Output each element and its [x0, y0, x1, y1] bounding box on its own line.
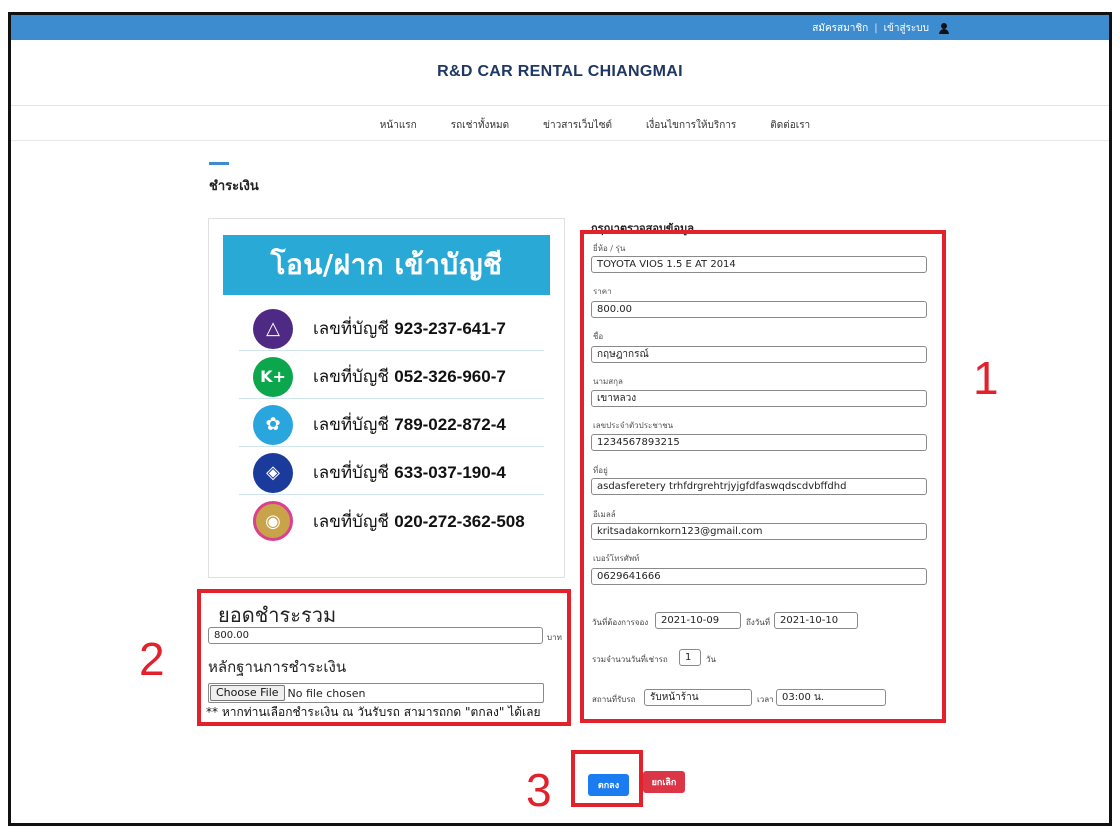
choose-file-button[interactable]: Choose File — [210, 685, 285, 701]
proof-file-input[interactable]: Choose File No file chosen — [208, 683, 544, 703]
nav-all-cars[interactable]: รถเช่าทั้งหมด — [451, 118, 509, 133]
nav-terms[interactable]: เงื่อนไขการให้บริการ — [646, 118, 736, 133]
booking-date-input[interactable]: 2021-10-09 — [655, 612, 741, 629]
field-label-id-number: เลขประจำตัวประชาชน — [593, 421, 674, 430]
field-label-address: ที่อยู่ — [593, 466, 608, 475]
browser-frame: สมัครสมาชิก | เข้าสู่ระบบ R&D CAR RENTAL… — [8, 12, 1112, 826]
account-number: เลขที่บัญชี 789-022-872-4 — [313, 415, 506, 435]
nav-divider — [11, 140, 1109, 141]
file-status: No file chosen — [287, 686, 366, 700]
bank-banner: โอน/ฝาก เข้าบัญชีธนาคาร — [223, 235, 550, 341]
to-date-label: ถึงวันที่ — [746, 618, 770, 627]
account-number: เลขที่บัญชี 020-272-362-508 — [313, 511, 525, 532]
total-amount-input[interactable]: 800.00 — [208, 627, 543, 644]
email-input[interactable]: kritsadakornkorn123@gmail.com — [591, 523, 927, 540]
currency-unit: บาท — [547, 633, 562, 642]
annotation-number-1: 1 — [973, 352, 999, 404]
pickup-label: สถานที่รับรถ — [592, 695, 636, 704]
bank-account-row: ◈ เลขที่บัญชี 633-037-190-4 — [239, 451, 544, 495]
field-label-lastname: นามสกุล — [593, 377, 623, 386]
time-label: เวลา — [757, 695, 774, 704]
kbank-logo-icon: K+ — [253, 356, 293, 397]
nav-contact[interactable]: ติดต่อเรา — [770, 118, 810, 133]
bank-account-row: ◉ เลขที่บัญชี 020-272-362-508 — [239, 499, 544, 543]
cancel-button[interactable]: ยกเลิก — [643, 771, 685, 793]
payment-proof-title: หลักฐานการชำระเงิน — [208, 658, 347, 676]
page-title: ชำระเงิน — [209, 179, 259, 194]
login-link[interactable]: เข้าสู่ระบบ — [884, 21, 929, 36]
phone-input[interactable]: 0629641666 — [591, 568, 927, 585]
payment-note: ** หากท่านเลือกชำระเงิน ณ วันรับรถ สามาร… — [206, 705, 541, 719]
annotation-number-3: 3 — [526, 764, 552, 816]
total-days-input[interactable]: 1 — [679, 649, 701, 666]
firstname-input[interactable]: กฤษฎากรณ์ — [591, 346, 927, 363]
pickup-input[interactable]: รับหน้าร้าน — [644, 689, 752, 706]
total-days-label: รวมจำนวนวันที่เช่ารถ — [592, 655, 668, 664]
top-bar: สมัครสมาชิก | เข้าสู่ระบบ — [11, 15, 1109, 40]
to-date-input[interactable]: 2021-10-10 — [774, 612, 858, 629]
gsb-logo-icon: ◉ — [253, 501, 293, 541]
main-nav: หน้าแรก รถเช่าทั้งหมด ข่าวสารเว็บไซต์ เง… — [11, 118, 1109, 133]
bank-account-row: △ เลขที่บัญชี 923-237-641-7 — [239, 307, 544, 351]
link-separator: | — [874, 23, 878, 34]
user-icon[interactable] — [939, 23, 949, 34]
bank-transfer-card: โอน/ฝาก เข้าบัญชีธนาคาร △ เลขที่บัญชี 92… — [208, 218, 565, 578]
account-number: เลขที่บัญชี 052-326-960-7 — [313, 367, 506, 387]
field-label-firstname: ชื่อ — [593, 332, 604, 341]
account-number: เลขที่บัญชี 923-237-641-7 — [313, 319, 506, 339]
ktb-logo-icon: ✿ — [253, 404, 293, 445]
site-brand[interactable]: R&D CAR RENTAL CHIANGMAI — [11, 63, 1109, 81]
days-unit: วัน — [706, 655, 716, 664]
account-number: เลขที่บัญชี 633-037-190-4 — [313, 463, 506, 483]
title-accent — [209, 162, 229, 165]
field-label-phone: เบอร์โทรศัพท์ — [593, 554, 640, 563]
time-input[interactable]: 03:00 น. — [776, 689, 886, 706]
address-input[interactable]: asdasferetery trhfdrgrehtrjyjgfdfaswqdsc… — [591, 478, 927, 495]
id-number-input[interactable]: 1234567893215 — [591, 434, 927, 451]
field-label-model: ยี่ห้อ / รุ่น — [593, 244, 626, 253]
account-links: สมัครสมาชิก | เข้าสู่ระบบ — [812, 21, 949, 36]
register-link[interactable]: สมัครสมาชิก — [812, 21, 868, 36]
booking-date-label: วันที่ต้องการจอง — [592, 618, 649, 627]
lastname-input[interactable]: เขาหลวง — [591, 390, 927, 407]
bbl-logo-icon: ◈ — [253, 452, 293, 493]
ok-button[interactable]: ตกลง — [588, 774, 629, 796]
nav-news[interactable]: ข่าวสารเว็บไซต์ — [543, 118, 612, 133]
nav-home[interactable]: หน้าแรก — [380, 118, 417, 133]
bank-account-row: K+ เลขที่บัญชี 052-326-960-7 — [239, 355, 544, 399]
header-divider — [11, 105, 1109, 106]
bank-account-row: ✿ เลขที่บัญชี 789-022-872-4 — [239, 403, 544, 447]
annotation-number-2: 2 — [139, 633, 165, 685]
field-label-price: ราคา — [593, 287, 612, 296]
model-input[interactable]: TOYOTA VIOS 1.5 E AT 2014 — [591, 256, 927, 273]
scb-logo-icon: △ — [253, 308, 293, 349]
field-label-email: อีเมลล์ — [593, 510, 616, 519]
price-input[interactable]: 800.00 — [591, 301, 927, 318]
